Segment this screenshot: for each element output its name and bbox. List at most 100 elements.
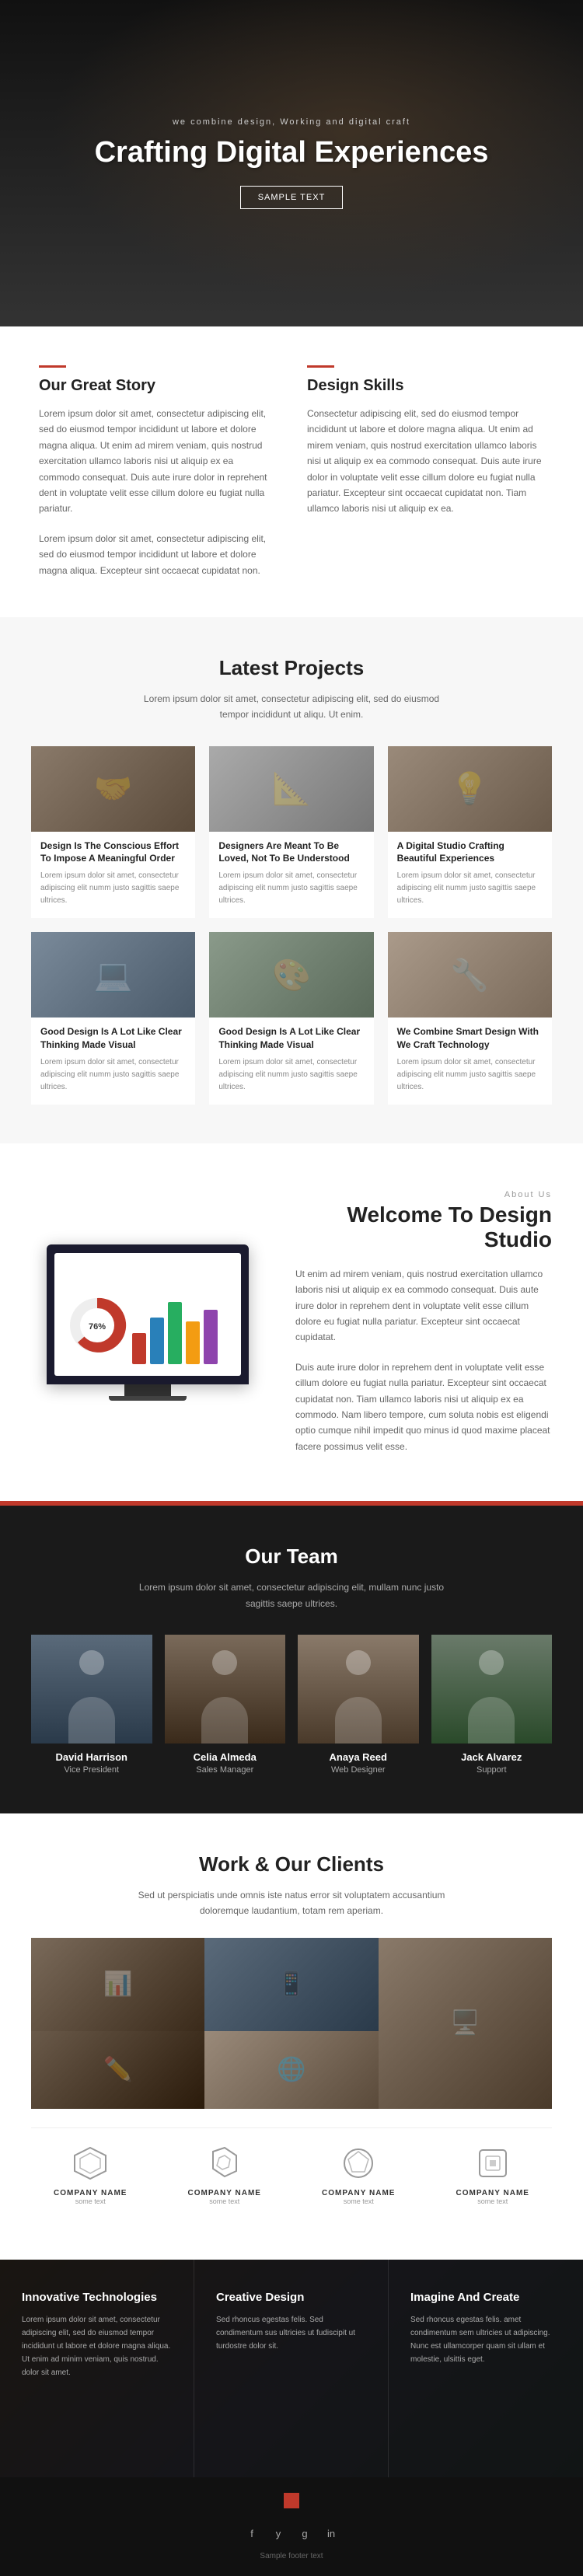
team-title: Our Team <box>31 1545 552 1569</box>
person-body-1 <box>68 1697 115 1744</box>
client-logo-4 <box>473 2144 512 2183</box>
project-title-3: A Digital Studio Crafting Beautiful Expe… <box>397 839 543 866</box>
monitor-box: 76% <box>47 1244 249 1384</box>
hero-subtitle: we combine design, Working and digital c… <box>95 117 489 127</box>
about-text: About Us Welcome To Design Studio Ut eni… <box>295 1190 552 1454</box>
about-monitor: 76% <box>31 1244 264 1401</box>
monitor-stand <box>124 1384 171 1396</box>
social-linkedin[interactable]: in <box>323 2525 340 2543</box>
project-card-6[interactable]: 🔧 We Combine Smart Design With We Craft … <box>388 932 552 1105</box>
projects-grid: 🤝 Design Is The Conscious Effort To Impo… <box>31 746 552 1105</box>
skills-col: Design Skills Consectetur adipiscing eli… <box>307 365 544 578</box>
bottom-col-3: Imagine And Create Sed rhoncus egestas f… <box>389 2260 583 2477</box>
about-text2: Duis aute irure dolor in reprehem dent i… <box>295 1360 552 1454</box>
project-info-4: Good Design Is A Lot Like Clear Thinking… <box>31 1017 195 1105</box>
wg-icon-2: 📱 <box>277 1970 305 1998</box>
pie-chart: 76% <box>66 1294 128 1356</box>
client-sub-4: some text <box>434 2197 553 2205</box>
red-accent-line <box>39 365 66 368</box>
project-img-5: 🎨 <box>209 932 373 1017</box>
client-logo-svg-2 <box>205 2144 244 2183</box>
project-card-4[interactable]: 💻 Good Design Is A Lot Like Clear Thinki… <box>31 932 195 1105</box>
team-role-4: Support <box>431 1765 553 1775</box>
bottom-col-1: Innovative Technologies Lorem ipsum dolo… <box>0 2260 194 2477</box>
work-gallery-img-3: 🖥️ <box>379 1938 552 2109</box>
bottom-section: Innovative Technologies Lorem ipsum dolo… <box>0 2260 583 2477</box>
bottom-col-title-1: Innovative Technologies <box>22 2291 172 2304</box>
project-card-2[interactable]: 📐 Designers Are Meant To Be Loved, Not T… <box>209 746 373 919</box>
skills-title: Design Skills <box>307 377 544 395</box>
team-member-4: Jack Alvarez Support <box>431 1635 553 1775</box>
team-subtitle: Lorem ipsum dolor sit amet, consectetur … <box>136 1579 447 1611</box>
project-img-icon-6: 🔧 <box>450 957 489 993</box>
project-img-6: 🔧 <box>388 932 552 1017</box>
project-title-4: Good Design Is A Lot Like Clear Thinking… <box>40 1025 186 1052</box>
project-desc-2: Lorem ipsum dolor sit amet, consectetur … <box>218 870 364 907</box>
project-img-icon-1: 🤝 <box>94 770 133 807</box>
person-silhouette-3 <box>298 1635 419 1744</box>
project-desc-5: Lorem ipsum dolor sit amet, consectetur … <box>218 1056 364 1094</box>
client-logo-3 <box>339 2144 378 2183</box>
client-item-3: COMPANY NAME some text <box>299 2144 418 2205</box>
monitor-wrap: 76% <box>47 1244 249 1401</box>
project-desc-6: Lorem ipsum dolor sit amet, consectetur … <box>397 1056 543 1094</box>
person-head-2 <box>212 1650 237 1675</box>
project-desc-1: Lorem ipsum dolor sit amet, consectetur … <box>40 870 186 907</box>
projects-title: Latest Projects <box>31 656 552 680</box>
story-text2: Lorem ipsum dolor sit amet, consectetur … <box>39 531 276 578</box>
client-name-1: COMPANY NAME <box>31 2189 150 2197</box>
hero-button[interactable]: SAMPLE TEXT <box>240 186 344 209</box>
project-img-4: 💻 <box>31 932 195 1017</box>
project-title-1: Design Is The Conscious Effort To Impose… <box>40 839 186 866</box>
team-photo-3 <box>298 1635 419 1744</box>
person-silhouette-4 <box>431 1635 553 1744</box>
bottom-col-title-3: Imagine And Create <box>410 2291 561 2304</box>
skills-red-line <box>307 365 334 368</box>
bottom-col-2: Creative Design Sed rhoncus egestas feli… <box>194 2260 389 2477</box>
client-name-4: COMPANY NAME <box>434 2189 553 2197</box>
person-body-4 <box>468 1697 515 1744</box>
team-photo-1 <box>31 1635 152 1744</box>
project-card-3[interactable]: 💡 A Digital Studio Crafting Beautiful Ex… <box>388 746 552 919</box>
project-img-icon-3: 💡 <box>450 770 489 807</box>
person-silhouette-1 <box>31 1635 152 1744</box>
footer-logo-icon <box>284 2493 299 2508</box>
person-body-2 <box>201 1697 248 1744</box>
social-twitter[interactable]: y <box>270 2525 287 2543</box>
project-img-icon-4: 💻 <box>94 957 133 993</box>
hero-content: we combine design, Working and digital c… <box>95 117 489 209</box>
client-sub-2: some text <box>166 2197 285 2205</box>
client-name-2: COMPANY NAME <box>166 2189 285 2197</box>
bottom-content: Innovative Technologies Lorem ipsum dolo… <box>0 2260 583 2477</box>
social-icons: f y g in <box>31 2525 552 2543</box>
wg-icon-5: 🌐 <box>277 2056 305 2083</box>
work-gallery-img-1: 📊 <box>31 1938 204 2031</box>
bottom-col-text-3: Sed rhoncus egestas felis. amet condimen… <box>410 2313 561 2366</box>
about-section: 76% About Us <box>0 1143 583 1501</box>
project-card-5[interactable]: 🎨 Good Design Is A Lot Like Clear Thinki… <box>209 932 373 1105</box>
project-card-1[interactable]: 🤝 Design Is The Conscious Effort To Impo… <box>31 746 195 919</box>
person-head-3 <box>346 1650 371 1675</box>
work-gallery-img-4: ✏️ <box>31 2031 204 2109</box>
team-role-2: Sales Manager <box>165 1765 286 1775</box>
skills-text: Consectetur adipiscing elit, sed do eius… <box>307 406 544 517</box>
client-sub-3: some text <box>299 2197 418 2205</box>
team-role-3: Web Designer <box>298 1765 419 1775</box>
projects-header: Latest Projects Lorem ipsum dolor sit am… <box>31 656 552 723</box>
project-info-2: Designers Are Meant To Be Loved, Not To … <box>209 832 373 919</box>
client-logo-svg-1 <box>71 2144 110 2183</box>
client-name-3: COMPANY NAME <box>299 2189 418 2197</box>
monitor-screen: 76% <box>54 1253 241 1376</box>
wg-icon-4: ✏️ <box>103 2056 132 2083</box>
monitor-base <box>109 1396 187 1401</box>
team-member-3: Anaya Reed Web Designer <box>298 1635 419 1775</box>
social-facebook[interactable]: f <box>243 2525 260 2543</box>
project-info-6: We Combine Smart Design With We Craft Te… <box>388 1017 552 1105</box>
team-name-3: Anaya Reed <box>298 1751 419 1763</box>
svg-text:76%: 76% <box>89 1322 106 1332</box>
project-img-2: 📐 <box>209 746 373 832</box>
social-google[interactable]: g <box>296 2525 313 2543</box>
about-title: Welcome To Design Studio <box>295 1202 552 1252</box>
person-silhouette-2 <box>165 1635 286 1744</box>
projects-subtitle: Lorem ipsum dolor sit amet, consectetur … <box>128 691 455 723</box>
